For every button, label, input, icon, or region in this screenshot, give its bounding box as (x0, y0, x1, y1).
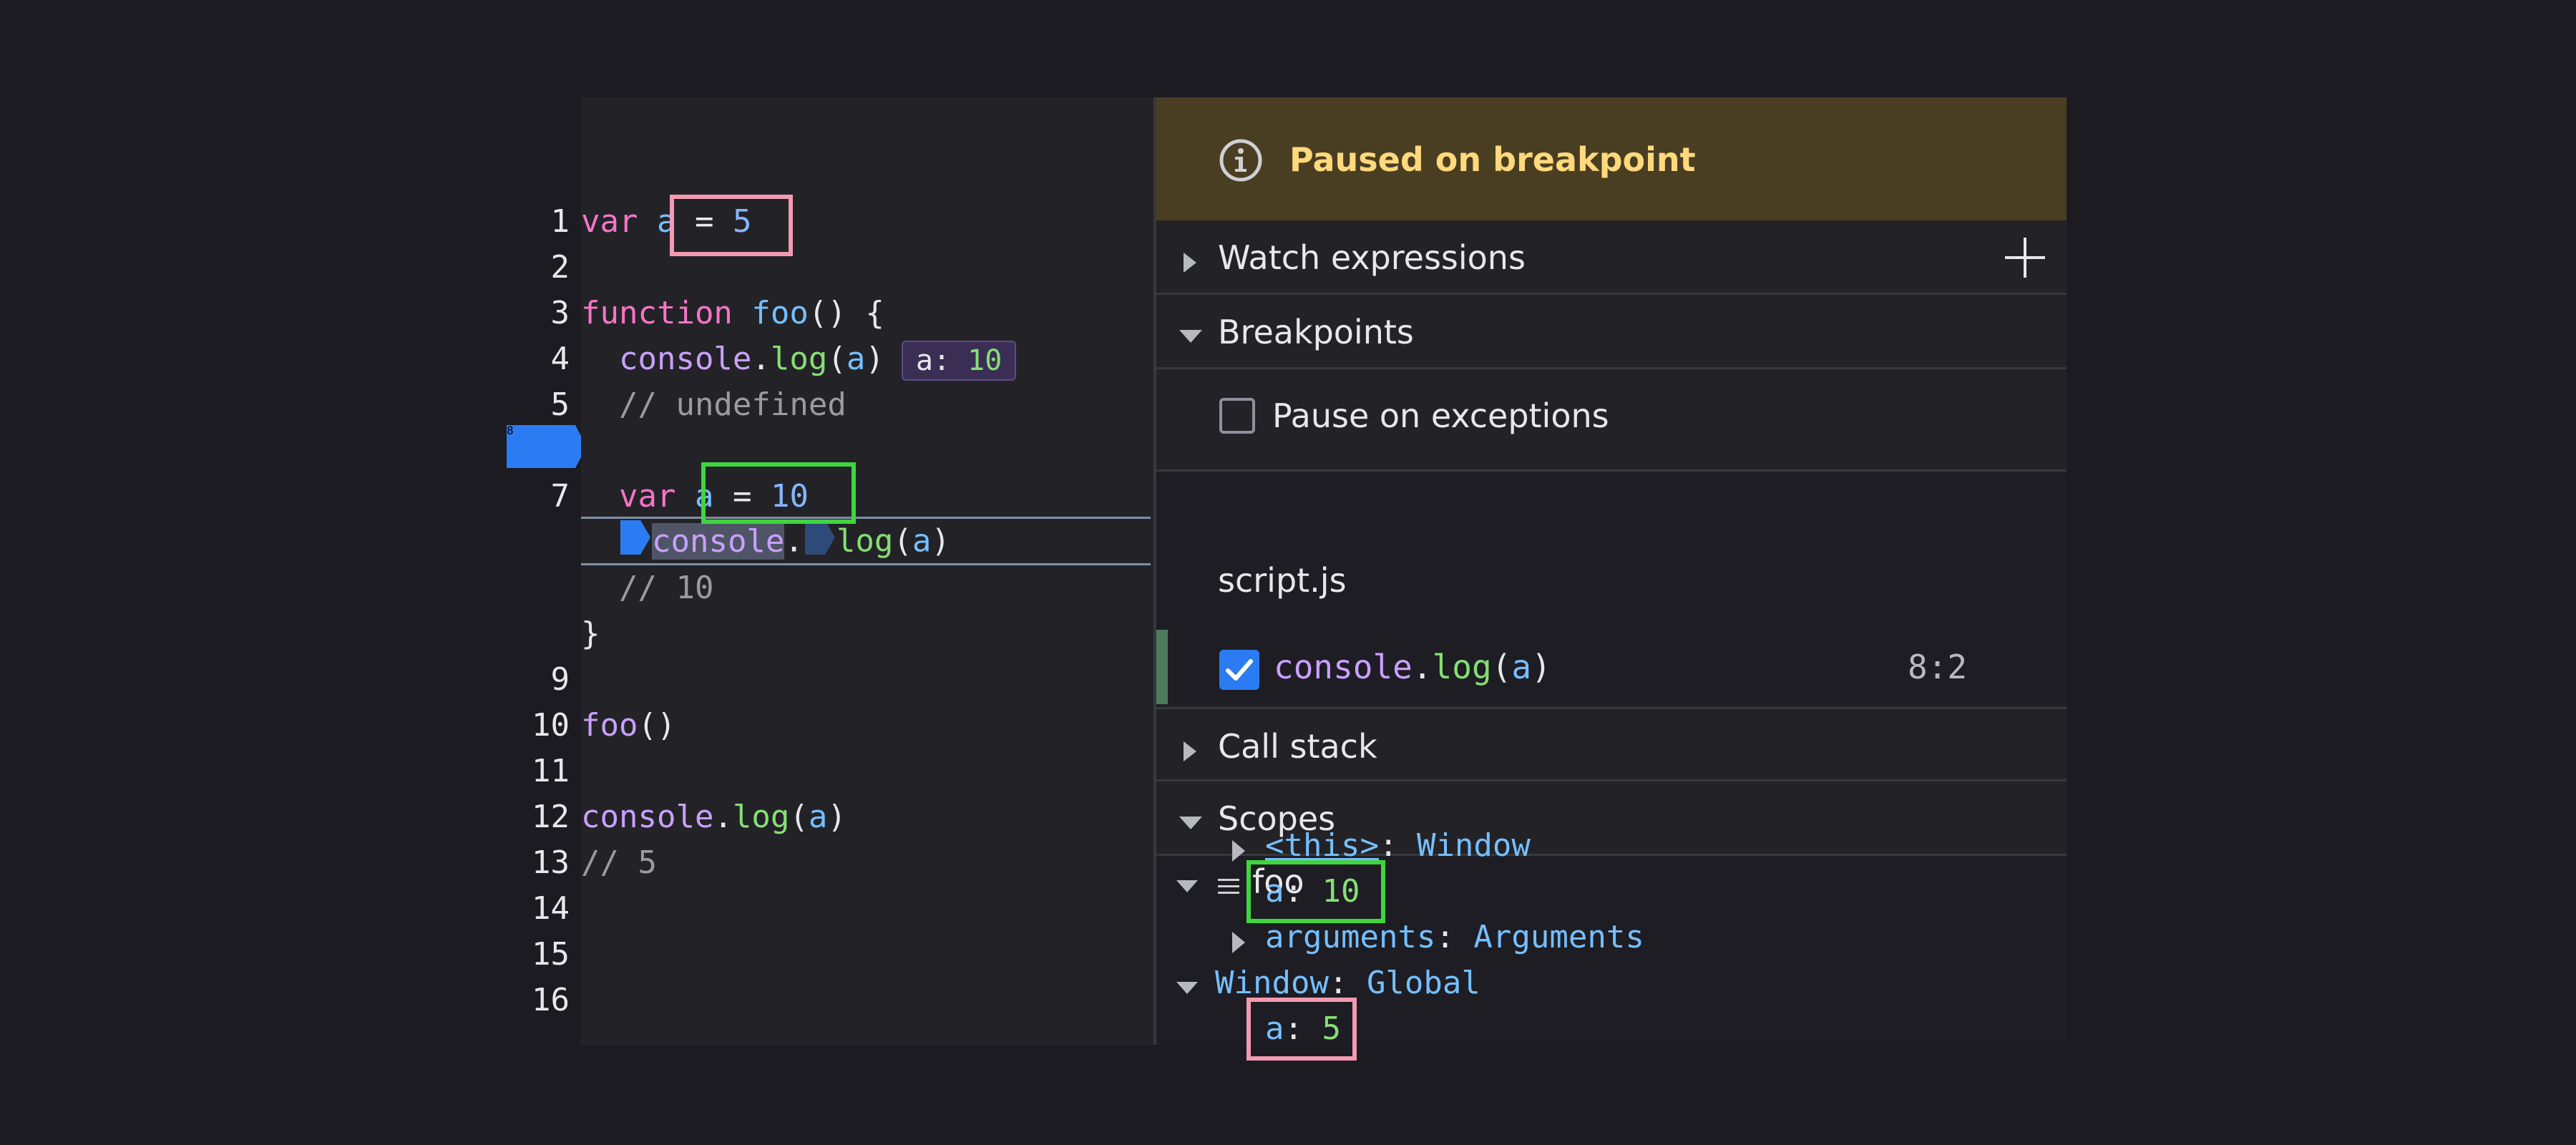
line-number[interactable]: 3 (507, 291, 570, 336)
breakpoint-entry[interactable]: console.log(a) 8:2 (1156, 630, 2067, 704)
watch-expressions-title: Watch expressions (1218, 238, 1526, 277)
breakpoint-location: 8:2 (1908, 648, 1968, 686)
chevron-right-icon (1178, 734, 1204, 761)
breakpoint-expression: console.log(a) (1274, 648, 1551, 686)
highlight-local-assignment (701, 462, 856, 524)
line-number[interactable]: 7 (507, 474, 570, 520)
line-gutter[interactable]: 1 2 3 4 5 6 7 9 10 11 12 13 14 15 16 (507, 97, 581, 1045)
watch-expressions-header[interactable]: Watch expressions (1156, 220, 2067, 295)
code-line-8-paused: console. log(a) (581, 517, 1151, 565)
code-line-10: } (581, 615, 600, 652)
debugger-window: 1 2 3 4 5 6 7 9 10 11 12 13 14 15 16 8 v… (507, 97, 2067, 1045)
paused-banner: Paused on breakpoint (1156, 97, 2067, 220)
pause-on-exceptions-checkbox[interactable] (1219, 398, 1255, 434)
chevron-down-icon[interactable] (1175, 870, 1199, 895)
breakpoint-file-group (1156, 472, 2067, 630)
code-line-4: console.log(a) a: 10 (581, 336, 1017, 382)
code-line-14: console.log(a) (581, 799, 847, 835)
line-number-paused[interactable]: 8 (507, 424, 570, 437)
inline-value-preview[interactable]: a: 10 (901, 341, 1017, 381)
code-line-15: // 5 (581, 844, 657, 881)
breakpoint-active-edge (1156, 630, 1168, 704)
line-number[interactable]: 5 (507, 382, 570, 428)
line-number[interactable]: 14 (507, 886, 570, 932)
line-number[interactable]: 2 (507, 245, 570, 291)
scopes-header[interactable]: Scopes (1156, 781, 2067, 856)
line-number[interactable]: 15 (507, 932, 570, 978)
chevron-right-icon (1178, 245, 1204, 273)
code-editor[interactable]: var a = 5 function foo() { console.log(a… (581, 97, 1151, 1045)
line-number[interactable]: 4 (507, 336, 570, 382)
scope-foo-label[interactable]: foo (1252, 859, 1304, 905)
call-stack-title: Call stack (1218, 727, 1377, 766)
step-marker-icon[interactable] (619, 519, 652, 567)
line-number[interactable]: 13 (507, 840, 570, 886)
line-number[interactable]: 10 (507, 703, 570, 749)
breakpoint-enabled-checkbox[interactable] (1219, 650, 1259, 690)
line-number[interactable]: 12 (507, 794, 570, 840)
plus-icon[interactable] (2004, 236, 2046, 279)
code-line-5: // undefined (618, 386, 847, 423)
line-number[interactable]: 9 (507, 657, 570, 703)
line-number[interactable]: 11 (507, 749, 570, 794)
pause-on-exceptions-label[interactable]: Pause on exceptions (1272, 391, 1609, 441)
check-icon (1226, 659, 1253, 681)
breakpoint-marker[interactable]: 8 (507, 424, 588, 469)
scopes-tree: foo (1153, 856, 2067, 1045)
info-icon (1218, 137, 1264, 183)
breakpoints-title: Breakpoints (1218, 313, 1414, 351)
code-line-3: function foo() { (581, 295, 884, 331)
step-marker-icon[interactable] (804, 519, 836, 567)
call-stack-header[interactable]: Call stack (1156, 707, 2067, 781)
scopes-title: Scopes (1218, 799, 1336, 838)
function-scope-icon (1216, 870, 1241, 907)
line-number[interactable]: 16 (507, 978, 570, 1023)
code-line-12: foo() (581, 707, 676, 744)
paused-label: Paused on breakpoint (1289, 140, 1696, 179)
chevron-down-icon (1178, 806, 1204, 832)
code-line-9: // 10 (618, 570, 714, 606)
breakpoint-file-name[interactable]: script.js (1218, 555, 1347, 605)
chevron-down-icon (1178, 319, 1204, 345)
breakpoints-header[interactable]: Breakpoints (1156, 295, 2067, 369)
line-number[interactable]: 1 (507, 199, 570, 245)
highlight-global-assignment (670, 195, 793, 256)
